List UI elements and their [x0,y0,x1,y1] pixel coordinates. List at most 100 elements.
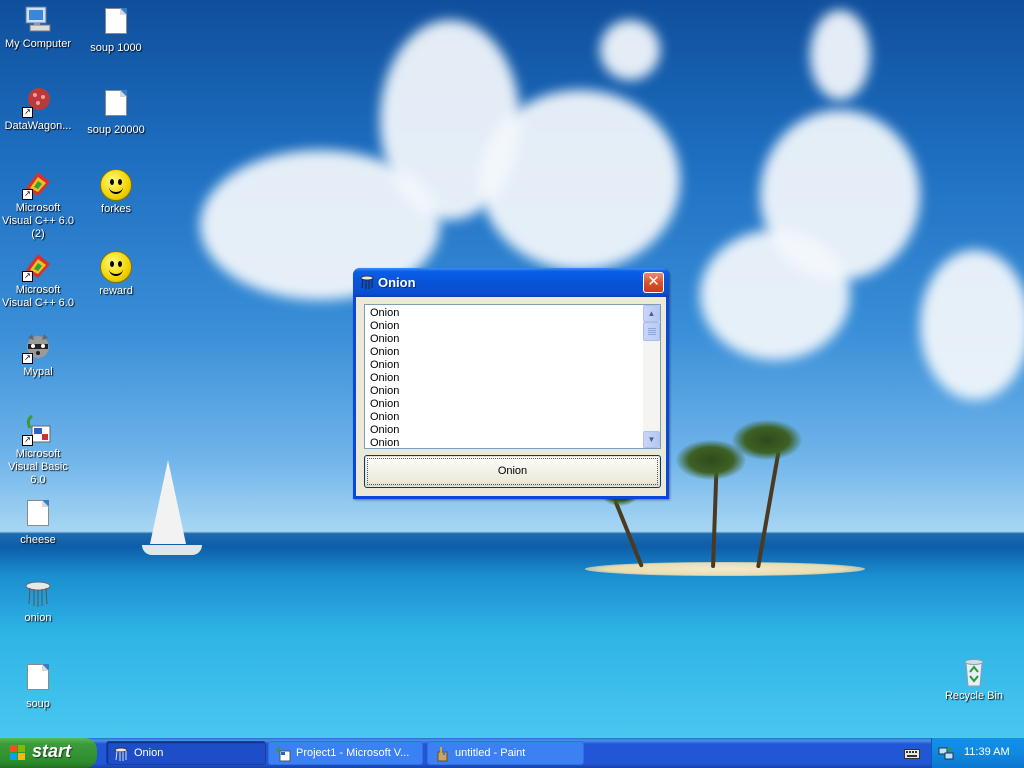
desktop-icon-my-computer[interactable]: My Computer [0,4,76,51]
desktop-icon-forkes[interactable]: forkes [78,168,154,216]
desktop-icon-visual-cpp[interactable]: ↗ Microsoft Visual C++ 6.0 [0,250,76,310]
onion-listbox[interactable]: Onion Onion Onion Onion Onion Onion Onio… [364,304,661,449]
desktop-icon-cheese[interactable]: cheese [0,496,76,547]
list-item[interactable]: Onion [370,398,640,411]
list-item[interactable]: Onion [370,411,640,424]
onion-button[interactable]: Onion [364,455,661,488]
desktop-icon-soup-1000[interactable]: soup 1000 [78,4,154,55]
desktop-icon-label: DataWagon... [4,120,72,132]
chevron-down-icon: ▼ [647,435,656,444]
onion-app-icon [113,746,129,762]
list-item[interactable]: Onion [370,385,640,398]
desktop-icon-label: Microsoft Visual C++ 6.0 [2,284,74,309]
visual-cpp-icon: ↗ [22,168,54,200]
desktop-icon-label: soup 20000 [87,124,145,136]
desktop-icon-recycle-bin[interactable]: Recycle Bin [936,656,1012,703]
computer-icon [22,4,54,36]
visual-cpp-icon: ↗ [22,250,54,282]
scrollbar-thumb[interactable] [643,322,660,341]
keyboard-icon[interactable] [904,747,920,759]
list-item[interactable]: Onion [370,307,640,320]
folder-file-icon [100,90,132,122]
listbox-vertical-scrollbar[interactable]: ▲ ▼ [643,305,660,448]
start-button[interactable]: start [0,738,97,768]
windows-logo-icon [10,745,26,761]
desktop-icon-label: soup [26,698,50,710]
folder-file-icon [100,8,132,40]
desktop-icon-datawagon[interactable]: ↗ DataWagon... [0,86,76,133]
start-label: start [32,741,72,761]
folder-file-icon [22,500,54,532]
list-item[interactable]: Onion [370,359,640,372]
shortcut-arrow-icon: ↗ [22,435,33,446]
onion-window[interactable]: Onion ✕ Onion Onion Onion Onion Onion On… [353,268,669,499]
desktop-icon-soup[interactable]: soup [0,660,76,711]
desktop-icon-label: reward [99,285,133,297]
wallpaper-cloud [810,10,870,100]
onion-button-label: Onion [497,465,528,477]
list-item[interactable]: Onion [370,320,640,333]
palm-leaves [732,420,802,460]
smiley-icon [100,169,132,201]
desktop-icon-mypal[interactable]: ↗ Mypal [0,332,76,379]
onion-app-icon [22,578,54,610]
taskbar-button-label: Onion [134,747,164,759]
desktop-icon-reward[interactable]: reward [78,250,154,298]
wallpaper-cloud [760,110,920,280]
system-tray: 11:39 AM [931,738,1024,768]
desktop-icon-label: onion [24,612,52,624]
clock[interactable]: 11:39 AM [964,746,1010,758]
visual-basic-icon [275,746,291,762]
palm-tree [756,451,781,569]
desktop-icon-onion[interactable]: onion [0,578,76,625]
scroll-down-button[interactable]: ▼ [643,431,660,448]
smiley-icon [100,251,132,283]
shortcut-arrow-icon: ↗ [22,189,33,200]
list-item[interactable]: Onion [370,346,640,359]
taskbar-button-onion[interactable]: Onion [106,741,266,765]
wallpaper-cloud [920,250,1024,400]
desktop-icon-label: Microsoft Visual Basic 6.0 [8,448,68,486]
visual-basic-icon: ↗ [22,414,54,446]
taskbar: start Onion Project1 - Microsoft V... un… [0,738,1024,768]
wallpaper-cloud [480,90,680,270]
desktop-icon-visual-basic[interactable]: ↗ Microsoft Visual Basic 6.0 [0,414,76,487]
network-icon[interactable] [938,745,954,761]
window-title: Onion [378,275,416,290]
desktop-icon-label: cheese [20,534,56,546]
desktop-icon-label: Mypal [23,366,53,378]
scroll-up-button[interactable]: ▲ [643,305,660,322]
desktop-icon-label: soup 1000 [90,42,142,54]
shortcut-arrow-icon: ↗ [22,271,33,282]
desktop-icon-label: Microsoft Visual C++ 6.0 (2) [2,202,74,240]
window-titlebar[interactable]: Onion ✕ [353,268,669,297]
chevron-up-icon: ▲ [647,309,656,318]
taskbar-button-label: Project1 - Microsoft V... [296,747,410,759]
paint-icon [434,746,450,762]
window-client-area: Onion Onion Onion Onion Onion Onion Onio… [356,297,666,496]
onion-app-icon [359,274,375,290]
wallpaper-cloud [600,20,660,80]
sailboat-hull [142,545,202,555]
shortcut-arrow-icon: ↗ [22,353,33,364]
list-item[interactable]: Onion [370,372,640,385]
taskbar-button-paint[interactable]: untitled - Paint [427,741,584,765]
taskbar-button-label: untitled - Paint [455,747,526,759]
folder-file-icon [22,664,54,696]
list-item[interactable]: Onion [370,424,640,437]
wallpaper-island [585,562,865,576]
desktop-icon-label: My Computer [4,38,72,50]
listbox-items: Onion Onion Onion Onion Onion Onion Onio… [370,307,640,448]
shortcut-arrow-icon: ↗ [22,107,33,118]
close-icon: ✕ [647,273,660,290]
desktop-icon-soup-20000[interactable]: soup 20000 [78,86,154,137]
list-item[interactable]: Onion [370,437,640,448]
window-close-button[interactable]: ✕ [643,272,664,293]
datawagon-icon: ↗ [22,86,54,118]
raccoon-icon: ↗ [22,332,54,364]
desktop-icon-visual-cpp-2[interactable]: ↗ Microsoft Visual C++ 6.0 (2) [0,168,76,241]
list-item[interactable]: Onion [370,333,640,346]
recycle-bin-icon [958,656,990,688]
taskbar-button-project1[interactable]: Project1 - Microsoft V... [268,741,423,765]
palm-tree [711,469,719,569]
